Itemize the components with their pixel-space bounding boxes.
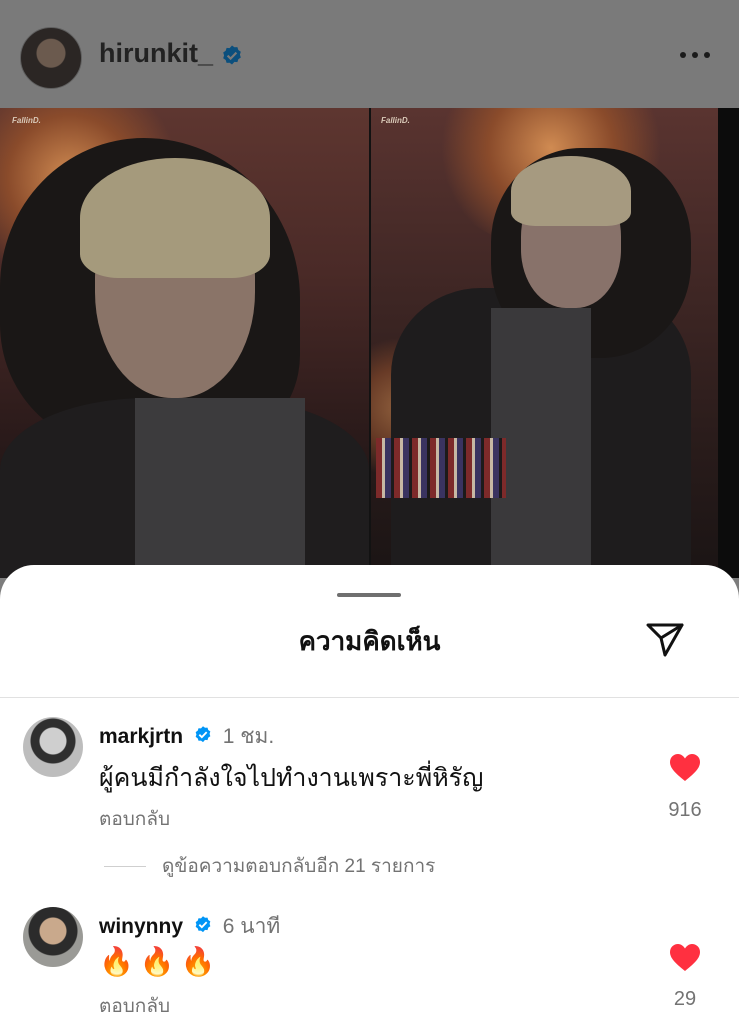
post-author-avatar[interactable] <box>20 27 82 89</box>
comment-text: 🔥🔥🔥 <box>99 946 222 977</box>
share-icon[interactable] <box>643 617 687 661</box>
heart-icon[interactable] <box>669 943 701 973</box>
like-count: 29 <box>673 988 697 1010</box>
like-count: 916 <box>668 799 702 821</box>
sheet-title: ความคิดเห็น <box>298 626 441 656</box>
avatar[interactable] <box>23 907 83 967</box>
verified-badge-icon <box>223 45 241 65</box>
post-photo-2: FallinD. <box>371 108 718 578</box>
post-photo-1: FallinD. <box>0 108 369 578</box>
more-options-icon[interactable] <box>680 52 712 60</box>
comment-meta: markjrtn 1 ชม. <box>99 720 274 753</box>
heart-icon[interactable] <box>669 753 701 783</box>
photo-edge <box>718 108 739 578</box>
sheet-divider <box>0 697 739 698</box>
avatar[interactable] <box>23 717 83 777</box>
comment-time: 1 ชม. <box>222 725 275 748</box>
comment-text: ผู้คนมีกำลังใจไปทำงานเพราะพี่หิรัญ <box>99 764 484 792</box>
reply-button[interactable]: ตอบกลับ <box>99 991 170 1021</box>
reply-button[interactable]: ตอบกลับ <box>99 804 170 834</box>
comment-username[interactable]: markjrtn <box>99 725 183 748</box>
comment-time: 6 นาที <box>222 915 281 938</box>
post-header: hirunkit_ <box>0 0 739 108</box>
comments-sheet: ความคิดเห็น markjrtn 1 ชม. ผู้คนมีกำลังใ… <box>0 565 739 1024</box>
comment-meta: winynny 6 นาที <box>99 910 280 943</box>
verified-badge-icon <box>195 726 211 743</box>
post-media[interactable]: FallinD. FallinD. <box>0 108 739 578</box>
photo-watermark: FallinD. <box>381 116 410 125</box>
replies-line <box>104 866 146 868</box>
view-replies-label[interactable]: ดูข้อความตอบกลับอีก 21 รายการ <box>162 856 435 877</box>
comment-username[interactable]: winynny <box>99 915 183 938</box>
sheet-grab-handle[interactable] <box>337 593 401 597</box>
photo-watermark: FallinD. <box>12 116 41 125</box>
view-replies-button[interactable]: ดูข้อความตอบกลับอีก 21 รายการ <box>104 851 435 881</box>
post-author-username[interactable]: hirunkit_ <box>99 38 213 69</box>
verified-badge-icon <box>195 916 211 933</box>
